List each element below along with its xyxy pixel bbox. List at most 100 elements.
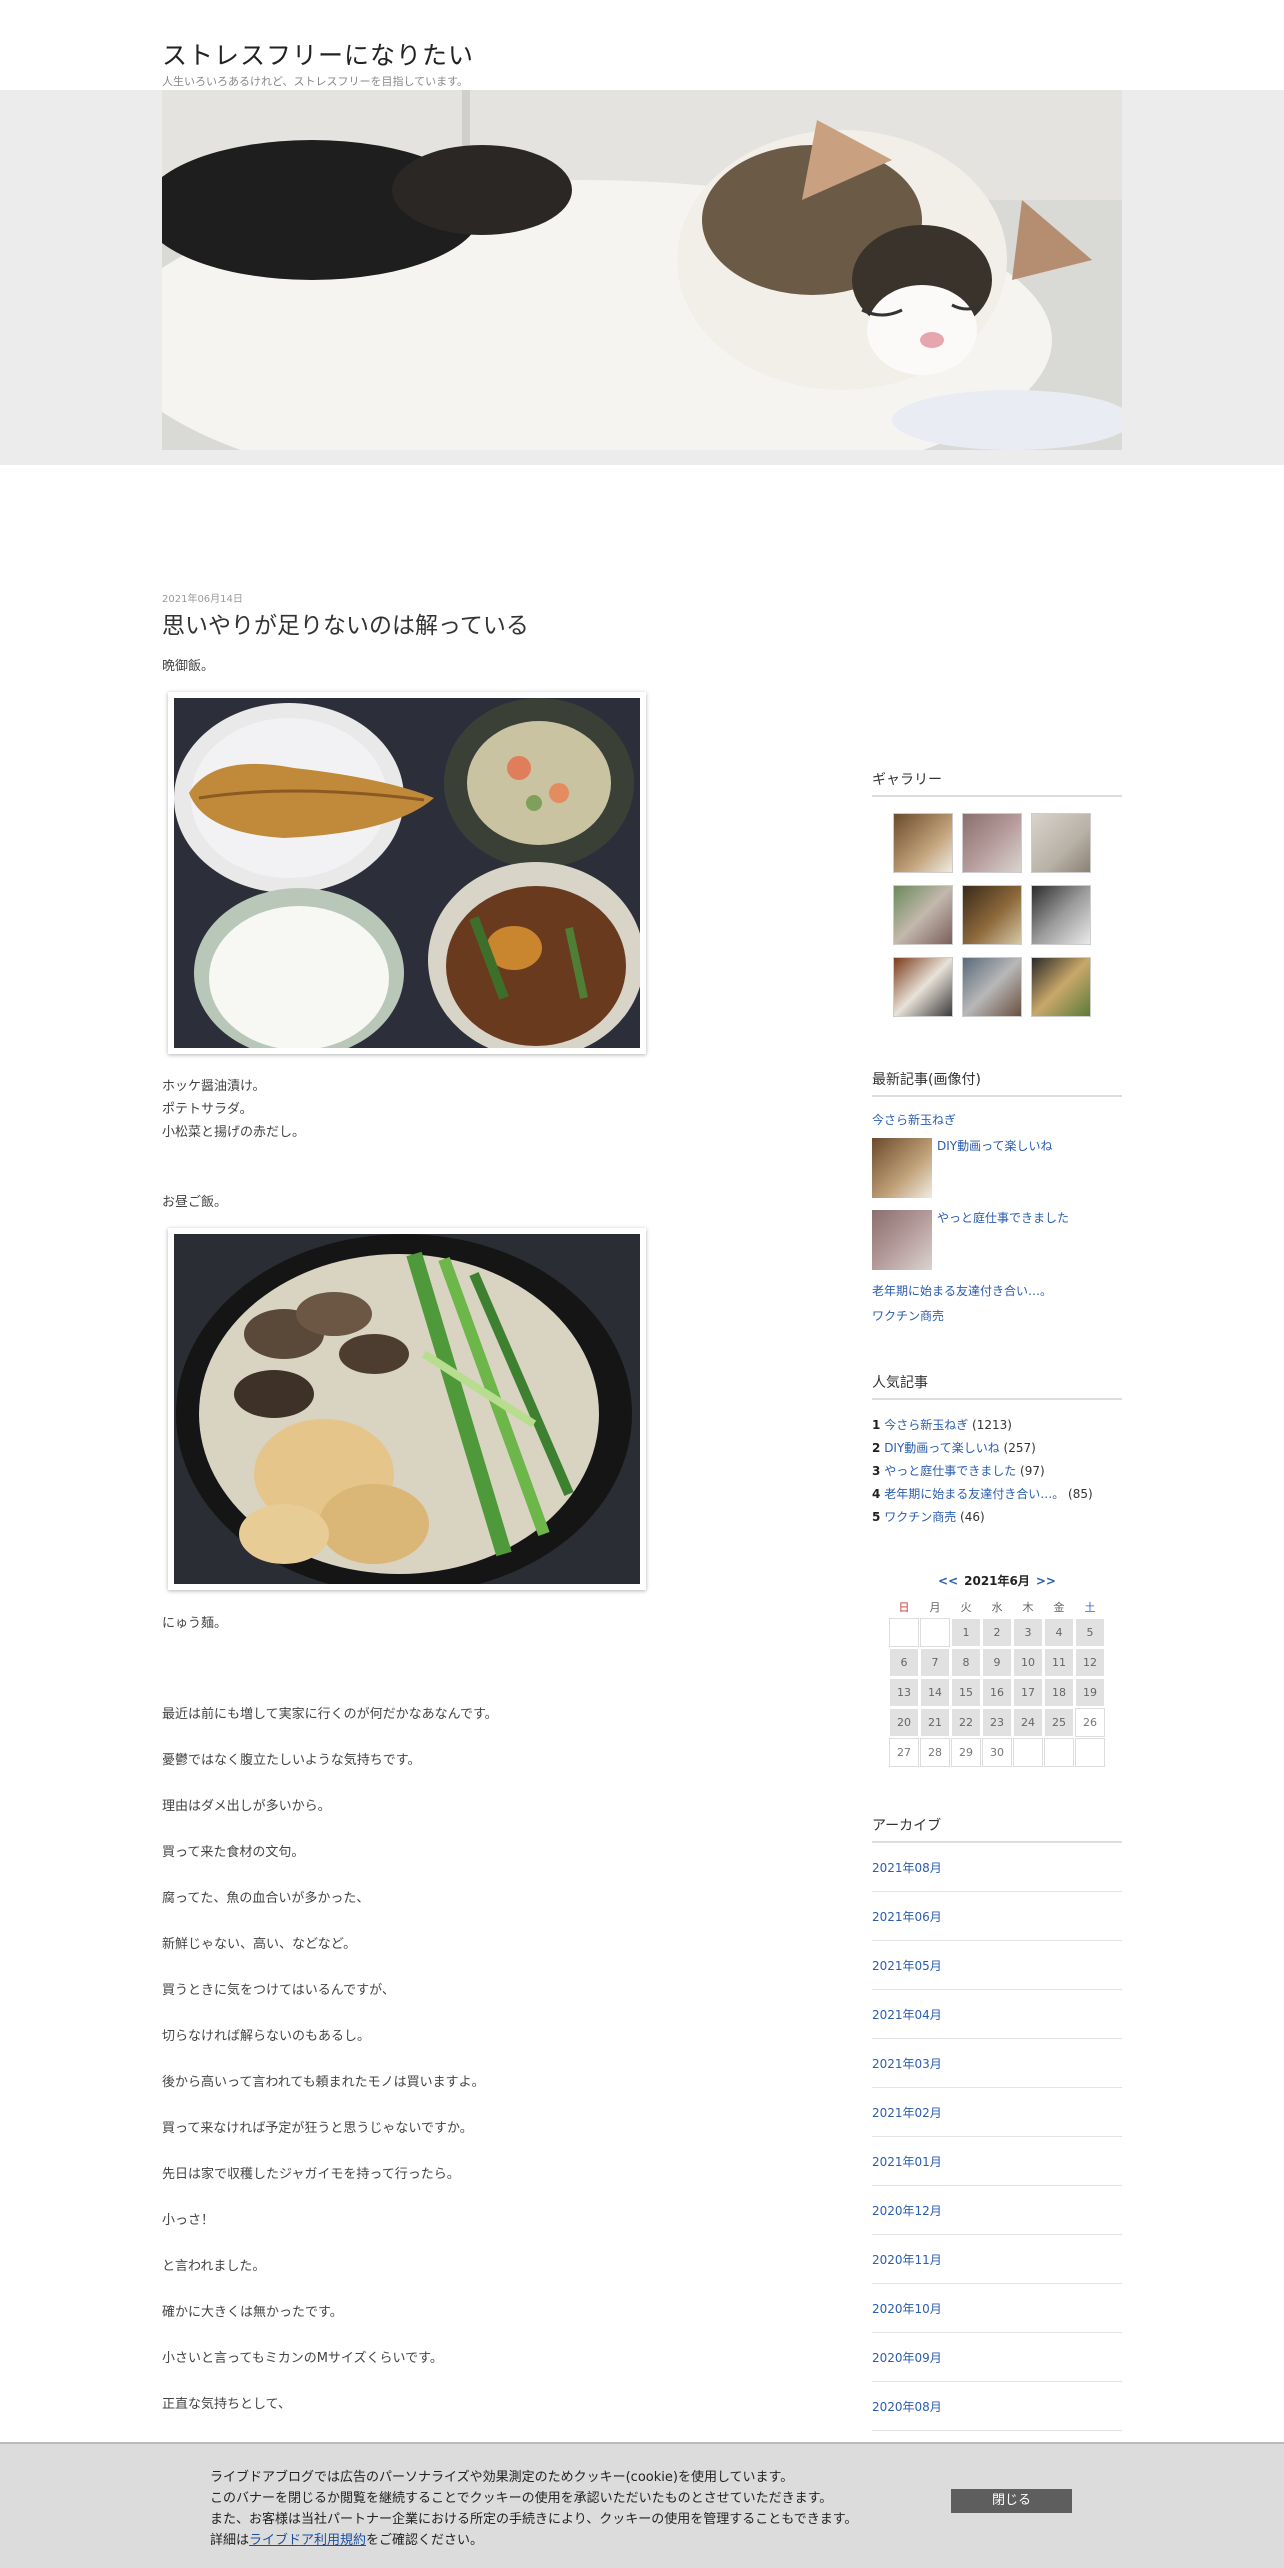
dinner-menu-line: 小松菜と揚げの赤だし。 [162,1125,306,1140]
post-paragraph: 憂鬱ではなく腹立たしいような気持ちです。 [162,1753,421,1768]
archive-item: 2021年08月 [872,1843,1122,1892]
calendar-day: 8 [951,1648,981,1677]
calendar-day [1044,1738,1074,1767]
calendar-day: 11 [1044,1648,1074,1677]
calendar-day: 18 [1044,1678,1074,1707]
post-paragraph: 先日は家で収穫したジャガイモを持って行ったら。 [162,2167,460,2182]
recent-post-link[interactable]: 今さら新玉ねぎ [872,1111,956,1128]
calendar-day: 13 [889,1678,919,1707]
archive-item: 2020年12月 [872,2186,1122,2235]
gallery-thumbnail[interactable] [962,885,1022,945]
archive-link[interactable]: 2020年12月 [872,2202,942,2219]
gallery-thumbnail[interactable] [893,885,953,945]
archive-link[interactable]: 2020年11月 [872,2251,942,2268]
recent-post-link[interactable]: やっと庭仕事できました [937,1209,1069,1226]
archive-link[interactable]: 2021年04月 [872,2006,942,2023]
popular-heading: 人気記事 [872,1372,1122,1400]
calendar-next-link[interactable]: >> [1036,1574,1056,1588]
gallery-thumbnail[interactable] [1031,813,1091,873]
calendar-day: 24 [1013,1708,1043,1737]
cookie-text: 詳細はライブドア利用規約をご確認ください。 [210,2533,484,2548]
calendar-day: 19 [1075,1678,1105,1707]
calendar-prev-link[interactable]: << [938,1574,958,1588]
calendar-day: 12 [1075,1648,1105,1677]
calendar-day: 29 [951,1738,981,1767]
archive-link[interactable]: 2020年10月 [872,2300,942,2317]
recent-post-thumbnail[interactable] [872,1138,932,1198]
archive-link[interactable]: 2020年08月 [872,2398,942,2415]
post-paragraph: 小っさ！ [162,2213,215,2228]
calendar-day [1075,1738,1105,1767]
post-paragraph: 買って来た食材の文句。 [162,1845,305,1860]
gallery-thumbnail[interactable] [893,813,953,873]
popular-post-link[interactable]: 老年期に始まる友達付き合い…。 [884,1487,1064,1501]
post-paragraph: 新鮮じゃない、高い、などなど。 [162,1937,357,1952]
gallery-heading: ギャラリー [872,769,1122,797]
archive-link[interactable]: 2021年02月 [872,2104,942,2121]
lunch-photo[interactable] [168,1228,646,1590]
calendar-day: 14 [920,1678,950,1707]
weekday-label: 水 [991,1601,1003,1614]
archive-item: 2020年09月 [872,2333,1122,2382]
calendar-day: 1 [951,1618,981,1647]
post-paragraph: 腐ってた、魚の血合いが多かった、 [162,1891,370,1906]
post-paragraph: 小さいと言ってもミカンのMサイズくらいです。 [162,2351,443,2366]
post-paragraph: 最近は前にも増して実家に行くのが何だかなあなんです。 [162,1707,498,1722]
archive-link[interactable]: 2021年05月 [872,1957,942,1974]
gallery-thumbnail[interactable] [962,813,1022,873]
archive-item: 2020年10月 [872,2284,1122,2333]
calendar-day: 28 [920,1738,950,1767]
terms-link[interactable]: ライブドア利用規約 [249,2533,366,2548]
archive-link[interactable]: 2021年01月 [872,2153,942,2170]
archive-item: 2020年08月 [872,2382,1122,2431]
calendar-day: 7 [920,1648,950,1677]
popular-post-link[interactable]: 今さら新玉ねぎ [884,1418,968,1432]
calendar-day: 23 [982,1708,1012,1737]
archive-link[interactable]: 2021年06月 [872,1908,942,1925]
archive-link[interactable]: 2021年08月 [872,1859,942,1876]
post-date: 2021年06月14日 [162,594,243,605]
post-paragraph: 理由はダメ出しが多いから。 [162,1799,331,1814]
calendar-day: 5 [1075,1618,1105,1647]
calendar-day: 9 [982,1648,1012,1677]
recent-post-link[interactable]: ワクチン商売 [872,1307,944,1324]
recent-post-thumbnail[interactable] [872,1210,932,1270]
archive-link[interactable]: 2020年09月 [872,2349,942,2366]
weekday-label: 木 [1022,1601,1034,1614]
post-paragraph: 正直な気持ちとして、 [162,2397,291,2412]
popular-item: 5 ワクチン商売 (46) [872,1510,985,1524]
gallery-thumbnail[interactable] [893,957,953,1017]
archive-item: 2021年02月 [872,2088,1122,2137]
calendar-day: 25 [1044,1708,1074,1737]
gallery-thumbnail[interactable] [1031,885,1091,945]
gallery-thumbnail[interactable] [962,957,1022,1017]
post-paragraph: 確かに大きくは無かったです。 [162,2305,343,2320]
dinner-menu-line: ホッケ醤油漬け。 [162,1079,266,1094]
archive-link[interactable]: 2021年03月 [872,2055,942,2072]
calendar-day [1013,1738,1043,1767]
popular-post-link[interactable]: やっと庭仕事できました [884,1464,1016,1478]
post-paragraph: と言われました。 [162,2259,266,2274]
weekday-label: 日 [898,1601,910,1614]
cookie-close-button[interactable]: 閉じる [951,2489,1072,2513]
weekday-label: 火 [960,1601,972,1614]
site-title[interactable]: ストレスフリーになりたい [162,36,474,72]
recent-post-link[interactable]: DIY動画って楽しいね [937,1137,1053,1154]
recent-post-link[interactable]: 老年期に始まる友達付き合い…。 [872,1282,1052,1299]
post-title[interactable]: 思いやりが足りないのは解っている [162,606,529,640]
calendar-day: 15 [951,1678,981,1707]
popular-item: 1 今さら新玉ねぎ (1213) [872,1418,1012,1432]
dinner-photo[interactable] [168,692,646,1054]
calendar-day: 2 [982,1618,1012,1647]
popular-post-link[interactable]: ワクチン商売 [884,1510,956,1524]
calendar-day: 10 [1013,1648,1043,1677]
archive-item: 2021年04月 [872,1990,1122,2039]
recent-heading: 最新記事(画像付) [872,1069,1122,1097]
popular-item: 2 DIY動画って楽しいね (257) [872,1441,1036,1455]
popular-post-link[interactable]: DIY動画って楽しいね [884,1441,1000,1455]
calendar-day: 17 [1013,1678,1043,1707]
weekday-label: 土 [1084,1601,1096,1614]
gallery-thumbnail[interactable] [1031,957,1091,1017]
cookie-text: ライブドアブログでは広告のパーソナライズや効果測定のためクッキー(cookie)… [210,2470,794,2485]
archive-item: 2021年03月 [872,2039,1122,2088]
